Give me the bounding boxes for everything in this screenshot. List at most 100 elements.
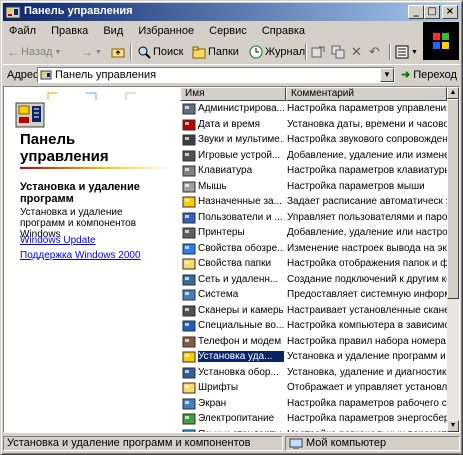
delete-button[interactable]: ✕ xyxy=(351,43,362,61)
list-item[interactable]: Игровые устрой... Добавление, удаление ил… xyxy=(180,148,447,164)
list-item[interactable]: Специальные во... Настройка компьютера в … xyxy=(180,318,447,334)
list-header: Имя Комментарий xyxy=(180,87,447,101)
search-icon xyxy=(138,46,151,59)
web-view-pane: Панель управления Установка и удаление п… xyxy=(4,87,180,432)
menu-help[interactable]: Справка xyxy=(256,22,311,40)
minimize-button[interactable]: _ xyxy=(408,5,424,19)
title-divider xyxy=(20,167,170,169)
list-item[interactable]: Система Предоставляет системную информа xyxy=(180,287,447,303)
scroll-thumb[interactable] xyxy=(447,99,459,299)
close-button[interactable]: × xyxy=(442,5,458,19)
game-controllers-icon xyxy=(182,150,196,161)
item-name: Клавиатура xyxy=(198,165,253,176)
back-arrow-icon: ← xyxy=(7,45,19,59)
address-dropdown-button[interactable]: ▼ xyxy=(380,68,394,82)
list-item[interactable]: Установка уда... Установка и удаление про… xyxy=(180,349,447,365)
list-item[interactable]: Телефон и модем Настройка правил набора н… xyxy=(180,334,447,350)
up-folder-button[interactable] xyxy=(111,43,125,61)
copy-to-button[interactable] xyxy=(331,43,345,61)
item-name: Свойства папки xyxy=(198,258,272,269)
list-item[interactable]: Назначенные за... Задает расписание автом… xyxy=(180,194,447,210)
maximize-button[interactable]: □ xyxy=(424,5,440,19)
content-area: Панель управления Установка и удаление п… xyxy=(3,86,460,433)
dropdown-arrow-icon: ▼ xyxy=(411,48,418,56)
item-name: Система xyxy=(198,289,239,300)
views-icon xyxy=(395,45,409,59)
scanners-icon xyxy=(182,305,196,316)
list-item[interactable]: Экран Настройка параметров рабочего сто xyxy=(180,396,447,412)
list-item[interactable]: Шрифты Отображает и управляет установле xyxy=(180,380,447,396)
item-name: Назначенные за... xyxy=(198,196,282,207)
item-name: Сеть и удаленн... xyxy=(198,273,279,285)
list-item[interactable]: Администрирова... Настройка параметров уп… xyxy=(180,101,447,117)
back-button[interactable]: ← Назад ▼ xyxy=(7,43,61,61)
item-name: Специальные во... xyxy=(198,320,284,331)
list-item[interactable]: Свойства папки Настройка отображения папо… xyxy=(180,256,447,272)
views-button[interactable]: ▼ xyxy=(395,43,418,61)
network-icon xyxy=(182,274,196,285)
move-to-button[interactable] xyxy=(311,43,325,61)
list-item[interactable]: Установка обор... Установка, удаление и д… xyxy=(180,365,447,381)
item-name: Телефон и модем xyxy=(198,335,282,347)
printers-icon xyxy=(182,227,196,239)
menu-edit[interactable]: Правка xyxy=(45,22,94,40)
selected-item-title: Установка и удаление программ xyxy=(20,181,140,205)
control-panel-icon xyxy=(40,70,52,80)
title-bar[interactable]: Панель управления _ □ × xyxy=(3,3,460,21)
item-name: Свойства обозре... xyxy=(198,242,284,254)
undo-button[interactable]: ↶ xyxy=(369,43,380,61)
menu-favorites[interactable]: Избранное xyxy=(132,22,200,40)
column-header-name[interactable]: Имя xyxy=(180,87,286,101)
scroll-down-button[interactable]: ▼ xyxy=(447,420,459,432)
items-list: Имя Комментарий Администрирова... Настрой… xyxy=(180,87,447,432)
windows-update-link[interactable]: Windows Update xyxy=(20,235,96,246)
menu-file[interactable]: Файл xyxy=(3,22,42,40)
fonts-icon xyxy=(182,382,196,394)
item-description: Настройка правил набора номера и xyxy=(287,335,447,347)
forward-button[interactable]: → ▼ xyxy=(81,43,102,61)
add-remove-programs-icon xyxy=(182,351,196,363)
menu-view[interactable]: Вид xyxy=(97,22,129,40)
list-item[interactable]: Принтеры Добавление, удаление или настрой… xyxy=(180,225,447,241)
item-description: Установка даты, времени и часового xyxy=(287,118,447,130)
standard-toolbar: ← Назад ▼ → ▼ Поиск Папки Журнал ✕ ↶ ▼ xyxy=(3,41,423,63)
item-description: Установка, удаление и диагностика xyxy=(287,366,447,378)
search-button[interactable]: Поиск xyxy=(137,43,183,61)
history-button[interactable]: Журнал xyxy=(249,43,305,61)
item-description: Изменение настроек вывода на экра xyxy=(287,242,447,254)
list-item[interactable]: Сканеры и камеры Настраивает установленны… xyxy=(180,303,447,319)
menu-tools[interactable]: Сервис xyxy=(203,22,253,40)
list-item[interactable]: Сеть и удаленн... Создание подключений к … xyxy=(180,272,447,288)
mouse-icon xyxy=(182,181,196,192)
date-time-icon xyxy=(182,119,196,130)
item-description: Настройка параметров управления к xyxy=(287,103,447,114)
folders-button[interactable]: Папки xyxy=(192,43,239,61)
go-button[interactable]: ➜ Переход xyxy=(401,68,457,82)
list-item[interactable]: Язык и стандартыНастройка региональных п… xyxy=(180,427,447,433)
windows-logo-icon xyxy=(423,22,459,60)
scheduled-tasks-icon xyxy=(182,196,196,208)
list-item[interactable]: Клавиатура Настройка параметров клавиатур… xyxy=(180,163,447,179)
menu-bar: Файл Правка Вид Избранное Сервис Справка xyxy=(3,22,423,41)
item-name: Установка обор... xyxy=(198,366,279,378)
status-bar: Установка и удаление программ и компонен… xyxy=(3,435,460,452)
address-combobox[interactable]: Панель управления ▼ xyxy=(37,67,395,83)
item-name: Пользователи и ... xyxy=(198,211,283,223)
list-item[interactable]: Пользователи и ... Управляет пользователя… xyxy=(180,210,447,226)
column-header-comment[interactable]: Комментарий xyxy=(286,87,447,101)
vertical-scrollbar[interactable]: ▲ ▼ xyxy=(447,87,459,432)
item-name: Электропитание xyxy=(198,413,275,424)
list-item[interactable]: Звуки и мультиме... Настройка звукового с… xyxy=(180,132,447,148)
list-item[interactable]: Свойства обозре... Изменение настроек выв… xyxy=(180,241,447,257)
address-label: Адрес xyxy=(7,69,39,81)
list-item[interactable]: Мышь Настройка параметров мыши xyxy=(180,179,447,195)
copy-to-icon xyxy=(331,45,345,59)
explorer-window: Панель управления _ □ × Файл Правка Вид … xyxy=(0,0,463,455)
history-icon xyxy=(249,45,263,59)
dropdown-arrow-icon: ▼ xyxy=(95,48,102,56)
item-name: Язык и стандарты xyxy=(198,429,284,433)
scroll-up-button[interactable]: ▲ xyxy=(447,87,459,99)
list-item[interactable]: Дата и время Установка даты, времени и ча… xyxy=(180,117,447,133)
windows-support-link[interactable]: Поддержка Windows 2000 xyxy=(20,250,141,261)
list-item[interactable]: Электропитание Настройка параметров энерг… xyxy=(180,411,447,427)
